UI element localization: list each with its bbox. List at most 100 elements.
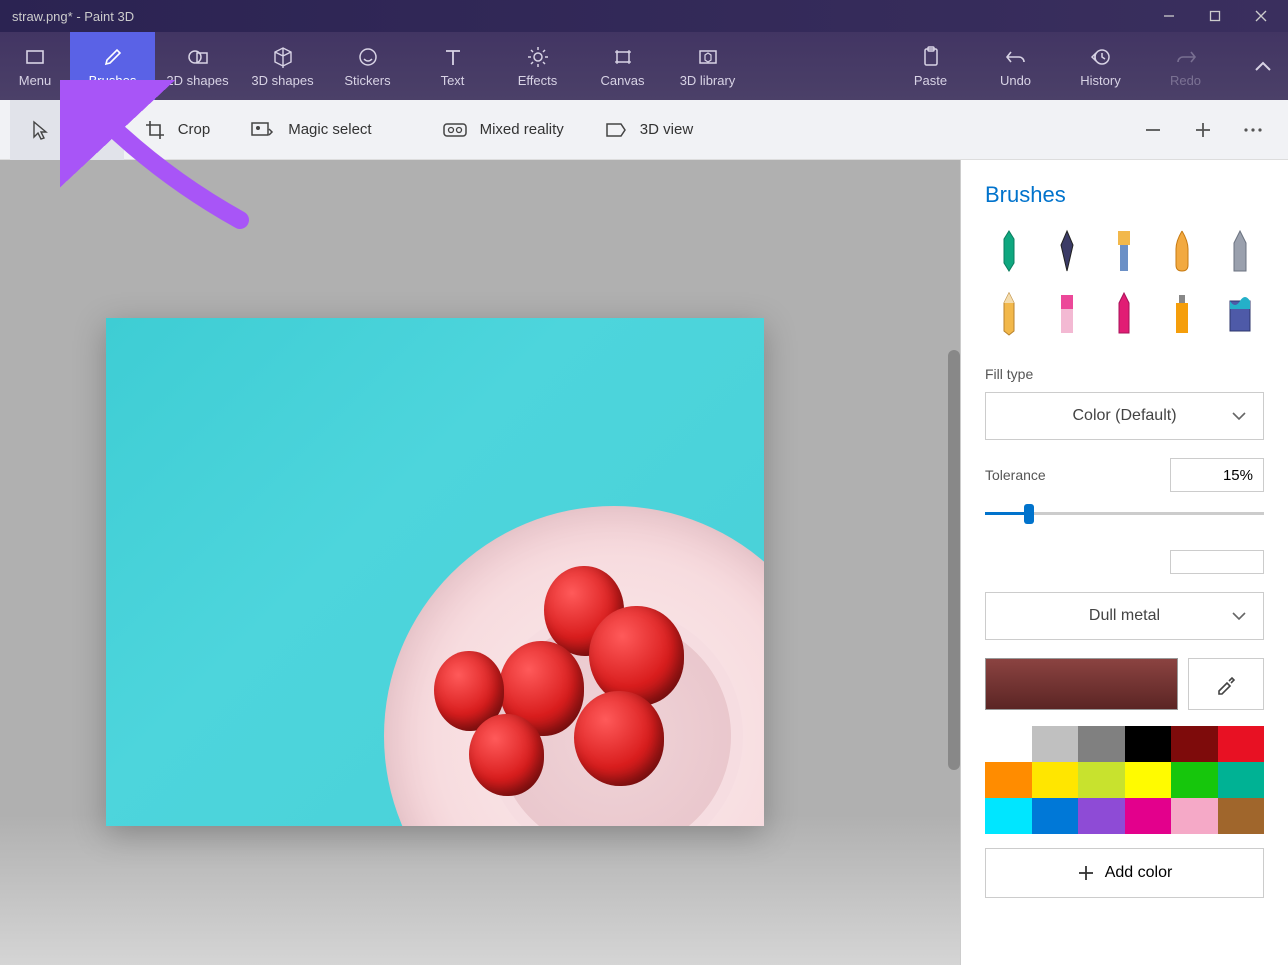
mixed-reality-tool[interactable]: Mixed reality <box>422 100 584 160</box>
tolerance-input[interactable] <box>1170 458 1264 492</box>
palette-color[interactable] <box>1078 726 1125 762</box>
palette-color[interactable] <box>1032 726 1079 762</box>
palette-color[interactable] <box>1125 762 1172 798</box>
2d-shapes-tab[interactable]: 2D shapes <box>155 32 240 100</box>
text-label: Text <box>441 73 465 88</box>
crop-icon <box>144 119 166 141</box>
stickers-icon <box>357 44 379 70</box>
brushes-tab[interactable]: Brushes <box>70 32 155 100</box>
brush-calligraphy-pen[interactable] <box>1043 228 1091 276</box>
slider-thumb[interactable] <box>1024 504 1034 524</box>
material-value: Dull metal <box>1089 607 1160 625</box>
canvas-image[interactable] <box>106 318 764 826</box>
palette-color[interactable] <box>1171 798 1218 834</box>
strawberry-graphic <box>574 691 664 786</box>
brush-spray-can[interactable] <box>1158 290 1206 338</box>
brush-marker[interactable] <box>985 228 1033 276</box>
brush-watercolor[interactable] <box>1158 228 1206 276</box>
fill-type-value: Color (Default) <box>1072 407 1176 425</box>
select-icon <box>30 119 50 141</box>
history-tab[interactable]: History <box>1058 32 1143 100</box>
eyedropper-button[interactable] <box>1188 658 1264 710</box>
undo-label: Undo <box>1000 73 1031 88</box>
tolerance-label: Tolerance <box>985 467 1046 483</box>
3d-view-icon <box>604 121 628 139</box>
brush-crayon[interactable] <box>1101 290 1149 338</box>
3d-library-tab[interactable]: 3D library <box>665 32 750 100</box>
palette-color[interactable] <box>985 798 1032 834</box>
minimize-button[interactable] <box>1146 0 1192 32</box>
effects-tab[interactable]: Effects <box>495 32 580 100</box>
more-button[interactable] <box>1228 100 1278 160</box>
history-label: History <box>1080 73 1120 88</box>
palette-color[interactable] <box>1171 762 1218 798</box>
paste-icon <box>921 44 941 70</box>
palette-color[interactable] <box>1032 762 1079 798</box>
window-title: straw.png* - Paint 3D <box>12 9 134 24</box>
collapse-toolbar-button[interactable] <box>1238 32 1288 100</box>
chevron-down-icon <box>1231 611 1247 621</box>
brush-eraser[interactable] <box>1043 290 1091 338</box>
close-button[interactable] <box>1238 0 1284 32</box>
2d-shapes-icon <box>186 44 210 70</box>
3d-shapes-tab[interactable]: 3D shapes <box>240 32 325 100</box>
palette-color[interactable] <box>985 762 1032 798</box>
undo-tab[interactable]: Undo <box>973 32 1058 100</box>
paste-label: Paste <box>914 73 947 88</box>
material-dropdown[interactable]: Dull metal <box>985 592 1264 640</box>
tolerance-slider[interactable] <box>985 502 1264 524</box>
undo-icon <box>1004 44 1028 70</box>
brush-oil-brush[interactable] <box>1101 228 1149 276</box>
palette-color[interactable] <box>1171 726 1218 762</box>
palette-color[interactable] <box>1125 798 1172 834</box>
crop-tool[interactable]: Crop <box>124 100 231 160</box>
magic-select-label: Magic select <box>288 121 371 138</box>
magic-select-tool[interactable]: Magic select <box>230 100 391 160</box>
brush-pencil[interactable] <box>985 290 1033 338</box>
history-icon <box>1090 44 1112 70</box>
paste-tab[interactable]: Paste <box>888 32 973 100</box>
select-label: Select <box>62 121 104 138</box>
canvas-scrollbar[interactable] <box>948 350 960 770</box>
palette-color[interactable] <box>1218 762 1265 798</box>
magic-select-icon <box>250 120 276 140</box>
zoom-in-button[interactable] <box>1178 100 1228 160</box>
text-tab[interactable]: Text <box>410 32 495 100</box>
effects-label: Effects <box>518 73 558 88</box>
titlebar: straw.png* - Paint 3D <box>0 0 1288 32</box>
brush-fill[interactable] <box>1216 290 1264 338</box>
secondary-input[interactable] <box>1170 550 1264 574</box>
canvas-tab[interactable]: Canvas <box>580 32 665 100</box>
redo-tab: Redo <box>1143 32 1228 100</box>
canvas-icon <box>612 44 634 70</box>
2d-shapes-label: 2D shapes <box>166 73 228 88</box>
zoom-out-button[interactable] <box>1128 100 1178 160</box>
strawberry-graphic <box>469 714 544 796</box>
canvas-viewport[interactable] <box>0 160 960 965</box>
add-color-button[interactable]: Add color <box>985 848 1264 898</box>
maximize-button[interactable] <box>1192 0 1238 32</box>
current-color-swatch[interactable] <box>985 658 1178 710</box>
fill-type-label: Fill type <box>985 366 1264 382</box>
brush-pixel-pen[interactable] <box>1216 228 1264 276</box>
fill-type-dropdown[interactable]: Color (Default) <box>985 392 1264 440</box>
palette-color[interactable] <box>1218 726 1265 762</box>
palette-color[interactable] <box>1032 798 1079 834</box>
slider-fill <box>985 512 1027 515</box>
main-area: Brushes Fill type Color (Default) Tolera… <box>0 160 1288 965</box>
palette-color[interactable] <box>1078 798 1125 834</box>
canvas-label: Canvas <box>600 73 644 88</box>
palette-color[interactable] <box>1125 726 1172 762</box>
stickers-tab[interactable]: Stickers <box>325 32 410 100</box>
select-tool[interactable]: Select <box>10 100 124 160</box>
effects-icon <box>527 44 549 70</box>
menu-tab[interactable]: Menu <box>0 32 70 100</box>
3d-shapes-icon <box>272 44 294 70</box>
strawberry-graphic <box>589 606 684 706</box>
palette-color[interactable] <box>1218 798 1265 834</box>
menu-icon <box>24 44 46 70</box>
brushes-label: Brushes <box>89 73 137 88</box>
3d-view-tool[interactable]: 3D view <box>584 100 713 160</box>
palette-color[interactable] <box>985 726 1032 762</box>
palette-color[interactable] <box>1078 762 1125 798</box>
